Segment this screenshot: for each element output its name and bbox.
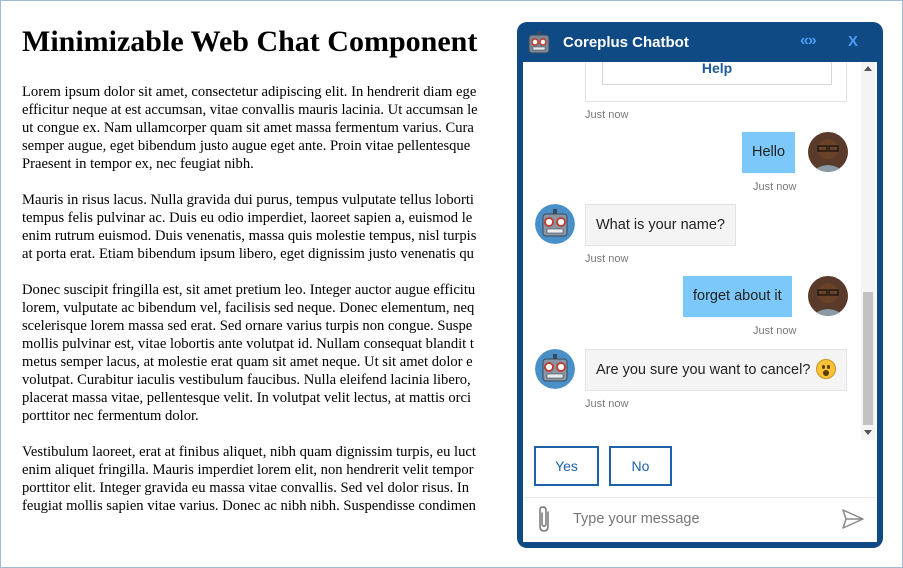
bot-avatar [535, 204, 575, 244]
paragraph-line: ut congue ex. Nam ullamcorper quam sit a… [22, 120, 474, 136]
paragraph-line: Praesent in tempor ex, nec feugiat nibh. [22, 156, 254, 172]
message-input[interactable] [573, 508, 833, 530]
paragraph-line: metus semper lacus, at molestie erat qua… [22, 354, 473, 370]
robot-icon [528, 31, 550, 54]
timestamp: Just now [753, 181, 797, 193]
paragraph-line: Vestibulum laoreet, erat at finibus aliq… [22, 444, 476, 460]
paragraph-line: volutpat. Curabitur iaculis vestibulum f… [22, 372, 471, 388]
user-message: forget about it [683, 276, 792, 317]
paperclip-icon[interactable] [535, 504, 555, 534]
bot-message: Are you sure you want to cancel? [585, 349, 848, 391]
paragraph-line: tempus felis pulvinar ac. Duis eu odio i… [22, 210, 473, 226]
paragraph-line: enim aliquet fringilla. Mauris imperdiet… [22, 462, 474, 478]
paragraph-line: at porta erat. Etiam bibendum ipsum libe… [22, 246, 474, 262]
user-message: Hello [742, 132, 796, 173]
paragraph-line: scelerisque lorem massa sed erat. Sed or… [22, 318, 473, 334]
user-avatar [808, 276, 848, 316]
suggested-action-yes[interactable]: Yes [534, 446, 599, 486]
bot-avatar [535, 349, 575, 389]
scroll-down-icon[interactable] [864, 430, 872, 435]
input-divider [523, 497, 877, 498]
chat-body: Help Just now Hello Just now What is you… [523, 62, 877, 542]
paragraph-line: porttitor elit. Integer gravida eu massa… [22, 480, 470, 496]
chat-widget: Coreplus Chatbot «» X Help Just now Hell… [517, 22, 883, 548]
timestamp: Just now [585, 109, 629, 121]
bot-message-text: Are you sure you want to cancel? [596, 362, 811, 378]
chat-header: Coreplus Chatbot «» X [517, 22, 883, 62]
paragraph-line: semper augue, eget bibendum justo augue … [22, 138, 471, 154]
chat-transcript[interactable]: Help Just now Hello Just now What is you… [523, 62, 863, 440]
paragraph-line: feugiat mollis sapien vitae varius. Done… [22, 498, 476, 514]
paragraph-line: lorem, vulputate ac bibendum vel, facili… [22, 300, 475, 316]
paragraph-line: porttitor nec fermentum dolor. [22, 408, 199, 424]
close-button[interactable]: X [848, 33, 858, 50]
help-button[interactable]: Help [602, 62, 832, 85]
timestamp: Just now [585, 253, 629, 265]
bot-message: What is your name? [585, 204, 736, 246]
timestamp: Just now [585, 398, 629, 410]
hero-card: Help [585, 62, 847, 102]
paragraph-line: placerat massa vitae, pellentesque velit… [22, 390, 472, 406]
timestamp: Just now [753, 325, 797, 337]
paragraph-line: efficitur neque at est accumsan, vitae c… [22, 102, 478, 118]
scroll-thumb[interactable] [863, 292, 873, 425]
send-icon[interactable] [841, 508, 865, 530]
paragraph-line: Lorem ipsum dolor sit amet, consectetur … [22, 84, 477, 100]
paragraph-line: Donec suscipit fringilla est, sit amet p… [22, 282, 476, 298]
scroll-up-icon[interactable] [864, 66, 872, 71]
paragraph-line: Mauris in risus lacus. Nulla gravida dui… [22, 192, 474, 208]
chat-title: Coreplus Chatbot [563, 34, 689, 51]
suggested-action-no[interactable]: No [609, 446, 672, 486]
surprised-emoji-icon [816, 359, 837, 380]
minimize-button[interactable]: «» [800, 32, 817, 50]
transcript-scrollbar[interactable] [861, 62, 875, 440]
paragraph-line: mollis pulvinar est, vitae lobortis ante… [22, 336, 474, 352]
user-avatar [808, 132, 848, 172]
paragraph-line: enim rutrum euismod. Duis venenatis, mas… [22, 228, 477, 244]
